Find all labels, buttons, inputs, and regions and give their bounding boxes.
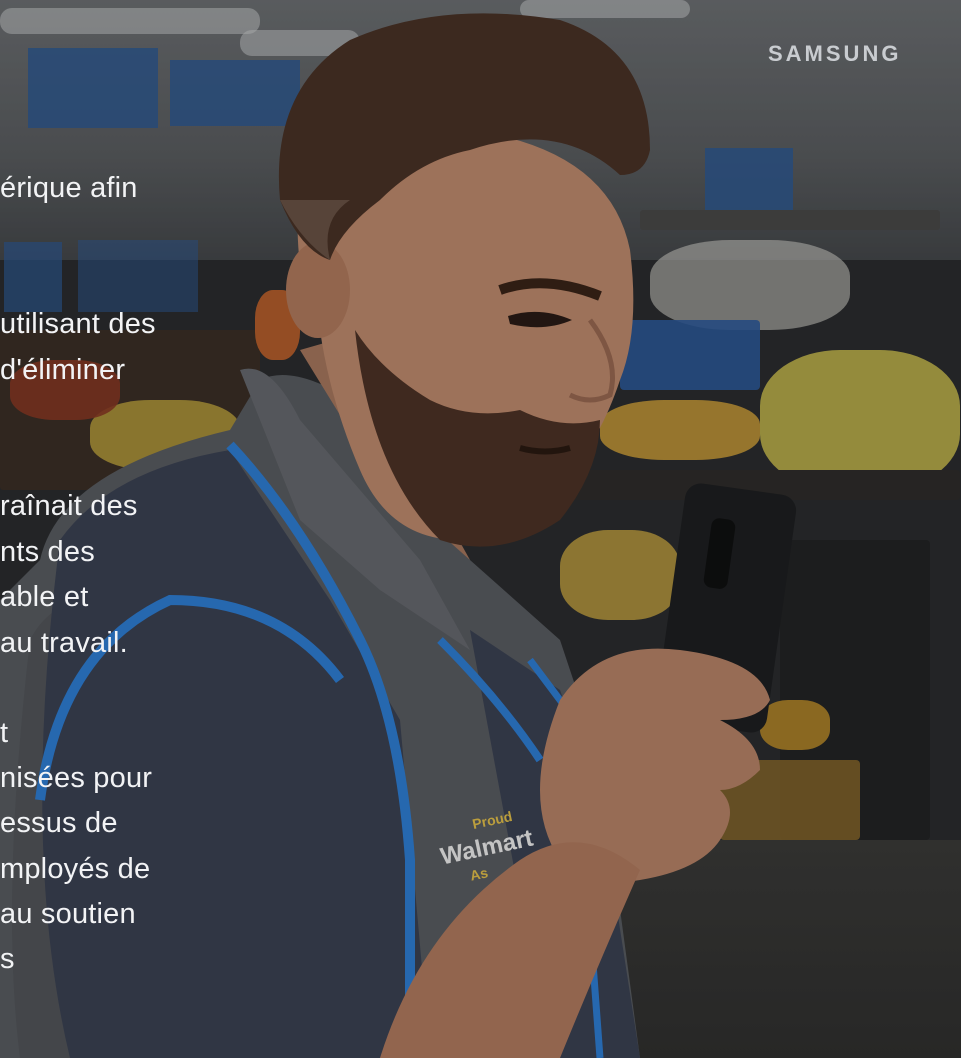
overlay-line-12: au soutien <box>0 898 136 930</box>
overlay-line-5: nts des <box>0 536 95 568</box>
ear <box>286 242 350 338</box>
employee-figure <box>0 13 797 1058</box>
overlay-line-10: essus de <box>0 807 118 839</box>
photo-frame: Proud Walmart As SAMSUNG érique afin uti… <box>0 0 961 1058</box>
mouth <box>519 445 571 455</box>
overlay-line-4: raînait des <box>0 490 138 522</box>
overlay-line-9: nisées pour <box>0 762 153 794</box>
overlay-line-8: t <box>0 717 9 749</box>
overlay-line-2: utilisant des <box>0 308 156 340</box>
overlay-line-7: au travail. <box>0 627 128 659</box>
overlay-line-6: able et <box>0 581 89 613</box>
samsung-logo: SAMSUNG <box>768 41 902 66</box>
overlay-line-3: d'éliminer <box>0 354 126 386</box>
overlay-line-13: s <box>0 943 15 975</box>
overlay-line-1: érique afin <box>0 172 138 204</box>
store-employee: Proud Walmart As <box>0 0 961 1058</box>
overlay-line-11: mployés de <box>0 853 151 885</box>
